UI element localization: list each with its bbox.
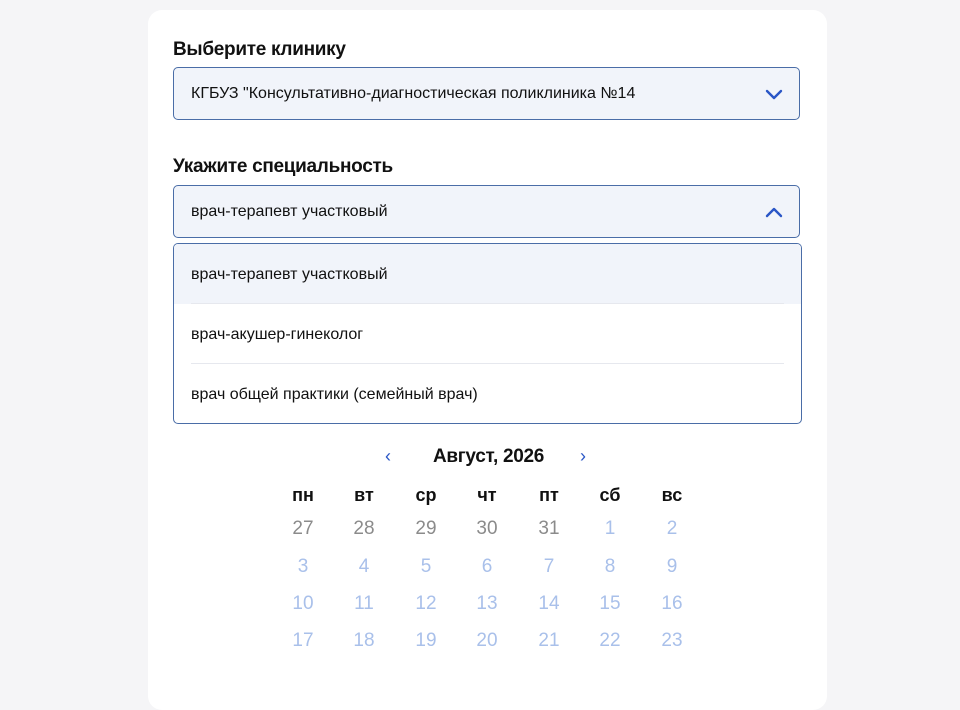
weekday-label: ср (415, 485, 437, 505)
calendar-day[interactable]: 15 (590, 593, 630, 615)
calendar-day[interactable]: 1 (590, 518, 630, 540)
calendar-day[interactable]: 13 (467, 593, 507, 615)
calendar-day[interactable]: 5 (406, 556, 446, 578)
specialty-label: Укажите специальность (173, 156, 393, 177)
weekday-label: вт (354, 485, 374, 505)
specialty-option[interactable]: врач-терапевт участковый (174, 244, 801, 304)
calendar-day[interactable]: 16 (652, 593, 692, 615)
calendar-day[interactable]: 19 (406, 630, 446, 652)
chevron-down-icon (765, 89, 783, 100)
calendar-day[interactable]: 12 (406, 593, 446, 615)
weekday-label: чт (477, 485, 497, 505)
calendar-day[interactable]: 18 (344, 630, 384, 652)
calendar-day: 31 (538, 518, 560, 539)
clinic-select-value: КГБУЗ "Консультативно-диагностическая по… (191, 85, 636, 102)
next-month-icon[interactable]: › (580, 446, 586, 467)
calendar-day[interactable]: 2 (652, 518, 692, 540)
calendar-day[interactable]: 14 (529, 593, 569, 615)
specialty-select[interactable]: врач-терапевт участковый (173, 185, 800, 238)
specialty-option[interactable]: врач-акушер-гинеколог (174, 304, 801, 364)
weekday-label: вс (661, 485, 683, 505)
specialty-select-value: врач-терапевт участковый (191, 203, 388, 220)
calendar-day[interactable]: 3 (283, 556, 323, 578)
calendar-day[interactable]: 4 (344, 556, 384, 578)
calendar-day[interactable]: 20 (467, 630, 507, 652)
calendar-day[interactable]: 9 (652, 556, 692, 578)
calendar-day: 30 (476, 518, 498, 539)
clinic-select[interactable]: КГБУЗ "Консультативно-диагностическая по… (173, 67, 800, 120)
specialty-option-label: врач-терапевт участковый (191, 266, 388, 283)
calendar-day[interactable]: 6 (467, 556, 507, 578)
calendar-day[interactable]: 23 (652, 630, 692, 652)
weekday-label: сб (599, 485, 621, 505)
clinic-label: Выберите клинику (173, 39, 346, 60)
calendar-day[interactable]: 21 (529, 630, 569, 652)
calendar-header: ‹ Август, 2026 › (380, 444, 595, 470)
specialty-dropdown: врач-терапевт участковый врач-акушер-гин… (173, 243, 802, 424)
calendar-day[interactable]: 22 (590, 630, 630, 652)
calendar-day: 29 (415, 518, 437, 539)
chevron-up-icon (765, 207, 783, 218)
calendar-day[interactable]: 17 (283, 630, 323, 652)
specialty-option-label: врач общей практики (семейный врач) (191, 386, 478, 403)
calendar-month-label: Август, 2026 (433, 446, 545, 467)
specialty-option-label: врач-акушер-гинеколог (191, 326, 364, 343)
calendar-day[interactable]: 10 (283, 593, 323, 615)
calendar-day[interactable]: 11 (344, 593, 384, 615)
calendar-day[interactable]: 8 (590, 556, 630, 578)
calendar-day: 27 (292, 518, 314, 539)
weekday-label: пт (539, 485, 559, 505)
calendar-day: 28 (353, 518, 375, 539)
prev-month-icon[interactable]: ‹ (385, 446, 391, 467)
calendar-day[interactable]: 7 (529, 556, 569, 578)
weekday-label: пн (292, 485, 314, 505)
specialty-option[interactable]: врач общей практики (семейный врач) (174, 364, 801, 423)
